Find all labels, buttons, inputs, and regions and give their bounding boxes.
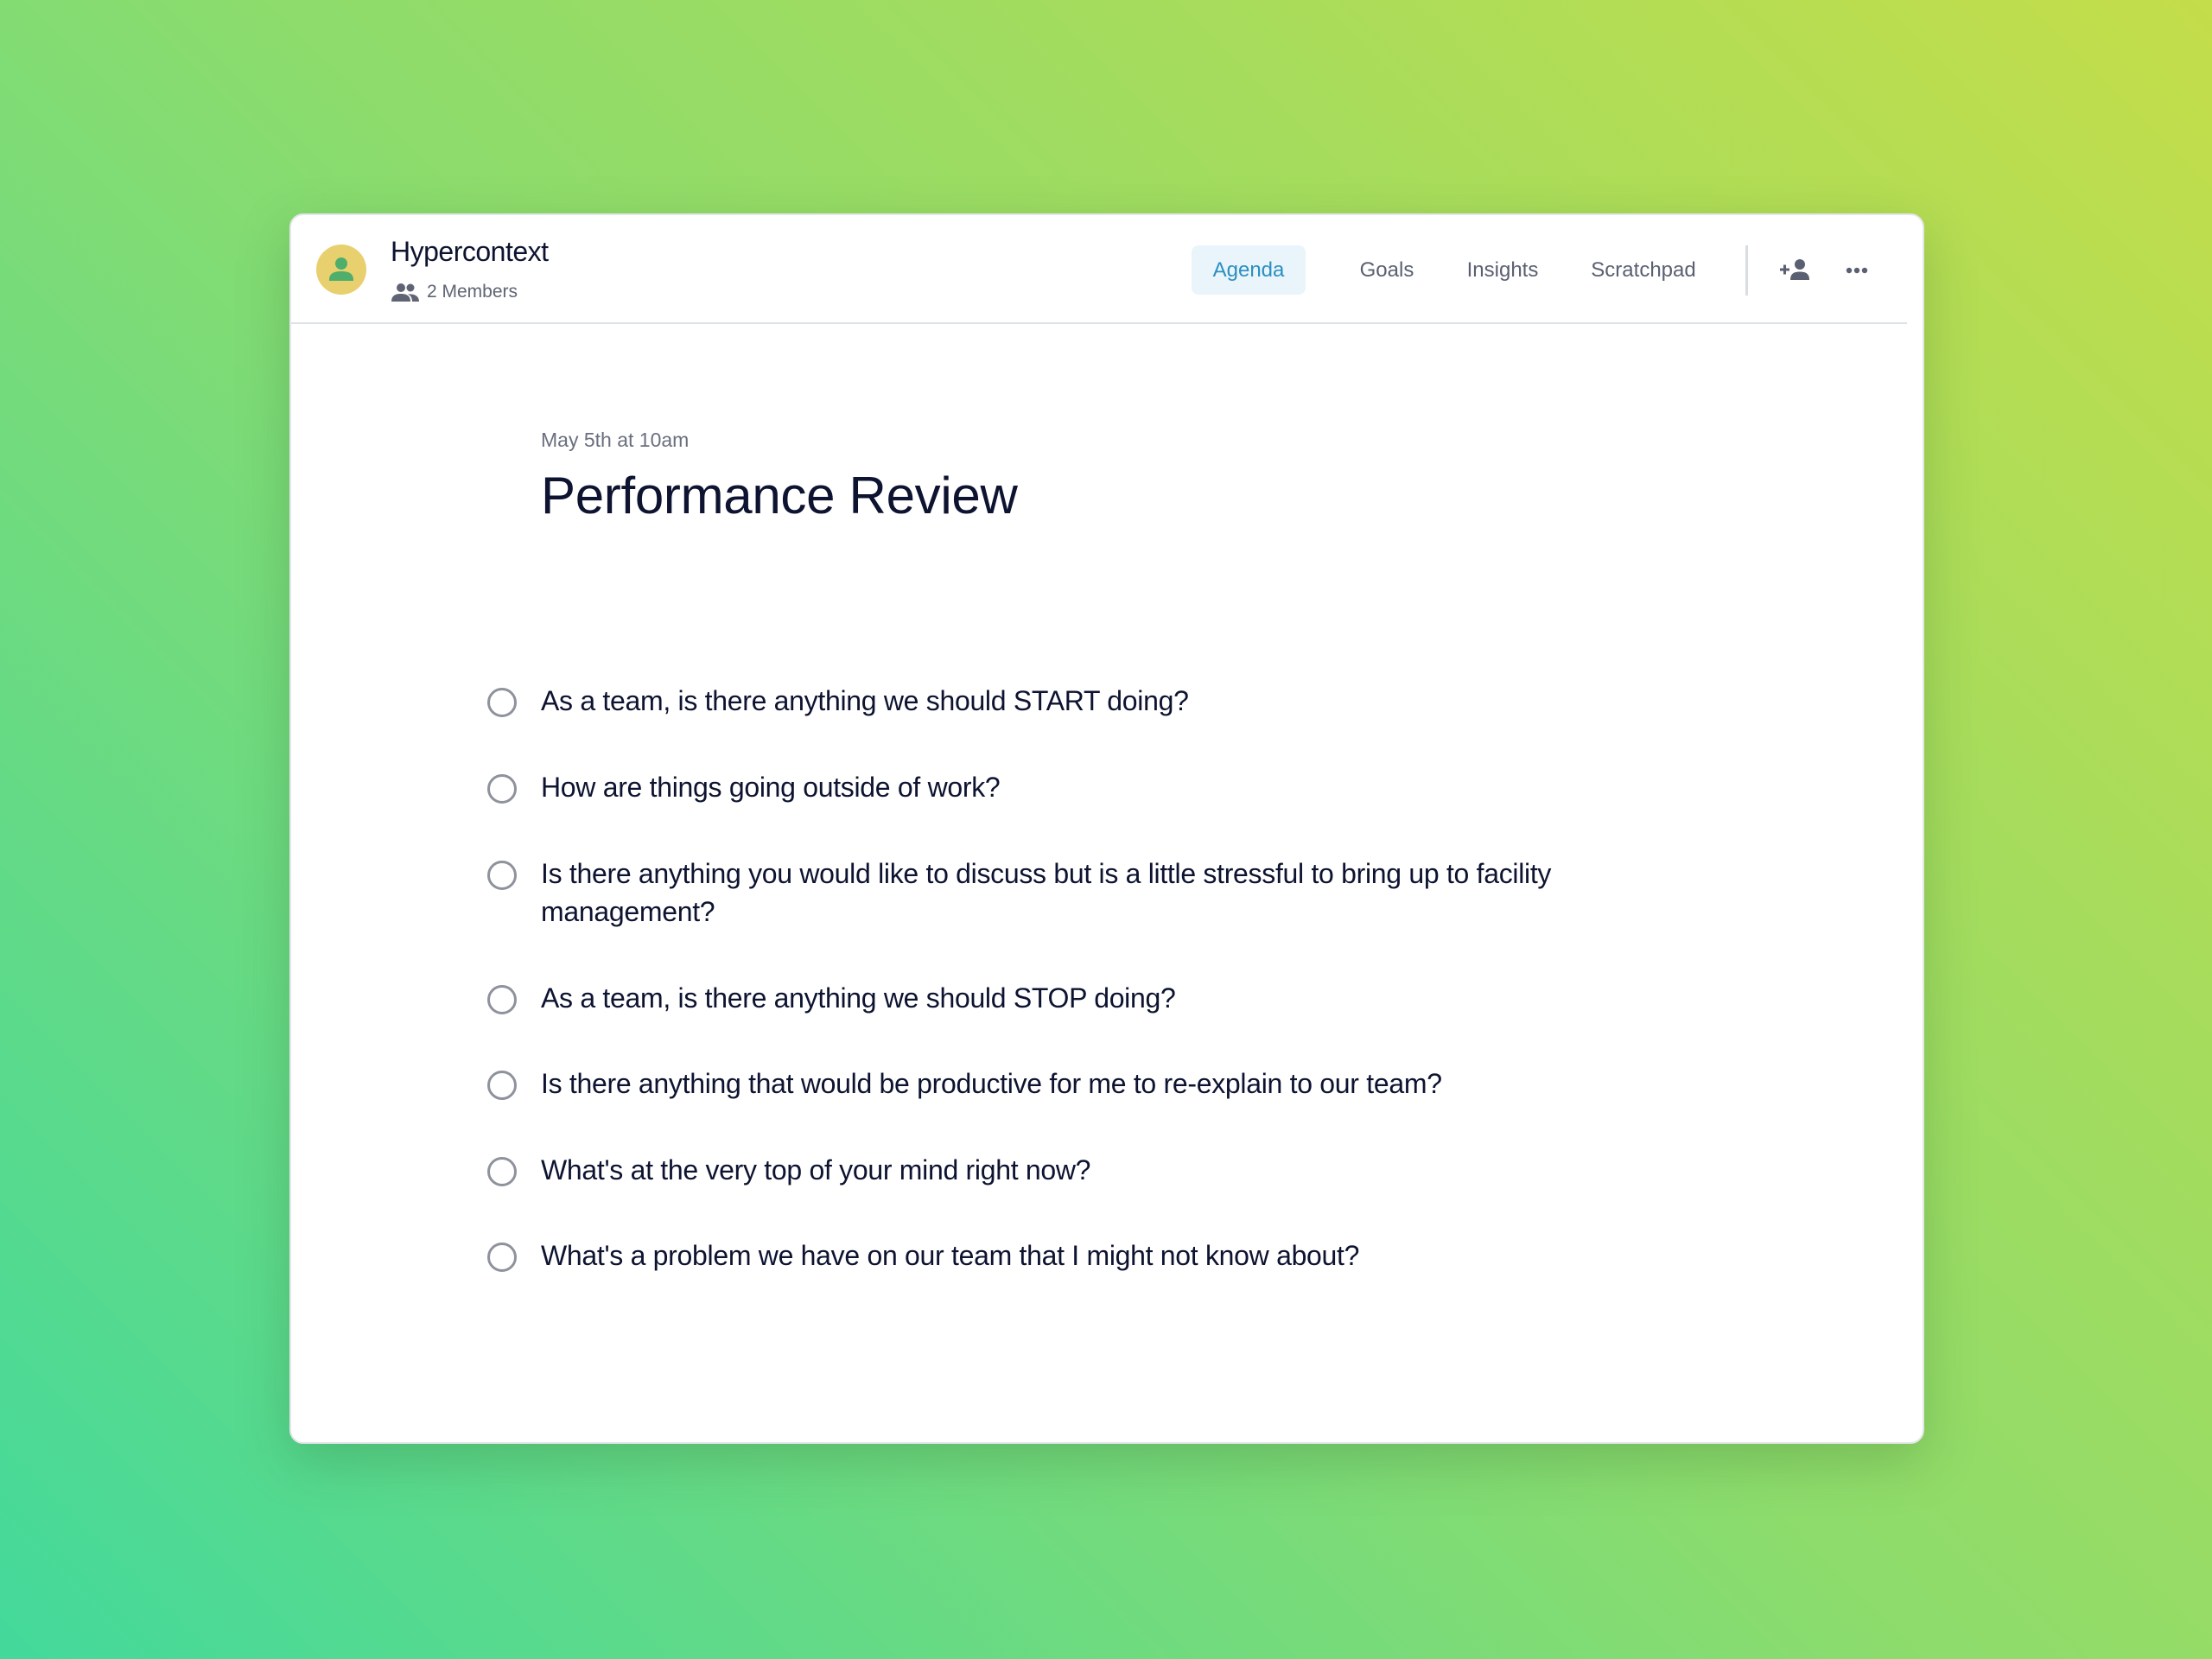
tab-scratchpad[interactable]: Scratchpad bbox=[1575, 245, 1712, 295]
checkbox-circle-icon[interactable] bbox=[486, 1242, 518, 1273]
agenda-list: As a team, is there anything we should S… bbox=[291, 215, 1923, 1442]
people-icon bbox=[391, 283, 419, 302]
meeting-title: Performance Review bbox=[541, 467, 1018, 524]
header: Hypercontext 2 Members Agenda Goals Insi… bbox=[291, 215, 1907, 324]
agenda-item-text[interactable]: As a team, is there anything we should S… bbox=[541, 682, 1604, 720]
agenda-item-text[interactable]: Is there anything you would like to disc… bbox=[541, 855, 1604, 931]
more-options-button[interactable] bbox=[1837, 251, 1877, 290]
agenda-item-text[interactable]: What's a problem we have on our team tha… bbox=[541, 1236, 1604, 1274]
person-icon bbox=[329, 257, 353, 281]
app-title: Hypercontext bbox=[391, 236, 549, 267]
checkbox-circle-icon[interactable] bbox=[486, 1156, 518, 1187]
more-horizontal-icon bbox=[1846, 267, 1868, 274]
meeting-card: Hypercontext 2 Members Agenda Goals Insi… bbox=[289, 213, 1924, 1444]
checkbox-circle-icon[interactable] bbox=[486, 984, 518, 1015]
add-person-icon bbox=[1780, 259, 1809, 280]
agenda-item-text[interactable]: Is there anything that would be producti… bbox=[541, 1065, 1604, 1103]
meeting-date: May 5th at 10am bbox=[541, 429, 690, 451]
tab-agenda[interactable]: Agenda bbox=[1192, 245, 1306, 295]
checkbox-circle-icon[interactable] bbox=[486, 773, 518, 804]
tab-insights[interactable]: Insights bbox=[1452, 245, 1554, 295]
agenda-item-text[interactable]: How are things going outside of work? bbox=[541, 768, 1604, 806]
checkbox-circle-icon[interactable] bbox=[486, 1070, 518, 1101]
agenda-item-text[interactable]: As a team, is there anything we should S… bbox=[541, 979, 1604, 1017]
workspace-avatar[interactable] bbox=[316, 245, 366, 295]
members-label: 2 Members bbox=[427, 282, 518, 302]
checkbox-circle-icon[interactable] bbox=[486, 687, 518, 718]
members-count[interactable]: 2 Members bbox=[391, 279, 518, 305]
tab-goals[interactable]: Goals bbox=[1344, 245, 1430, 295]
agenda-item-text[interactable]: What's at the very top of your mind righ… bbox=[541, 1151, 1604, 1189]
add-member-button[interactable] bbox=[1777, 251, 1816, 290]
header-divider bbox=[1745, 245, 1748, 296]
checkbox-circle-icon[interactable] bbox=[486, 860, 518, 891]
